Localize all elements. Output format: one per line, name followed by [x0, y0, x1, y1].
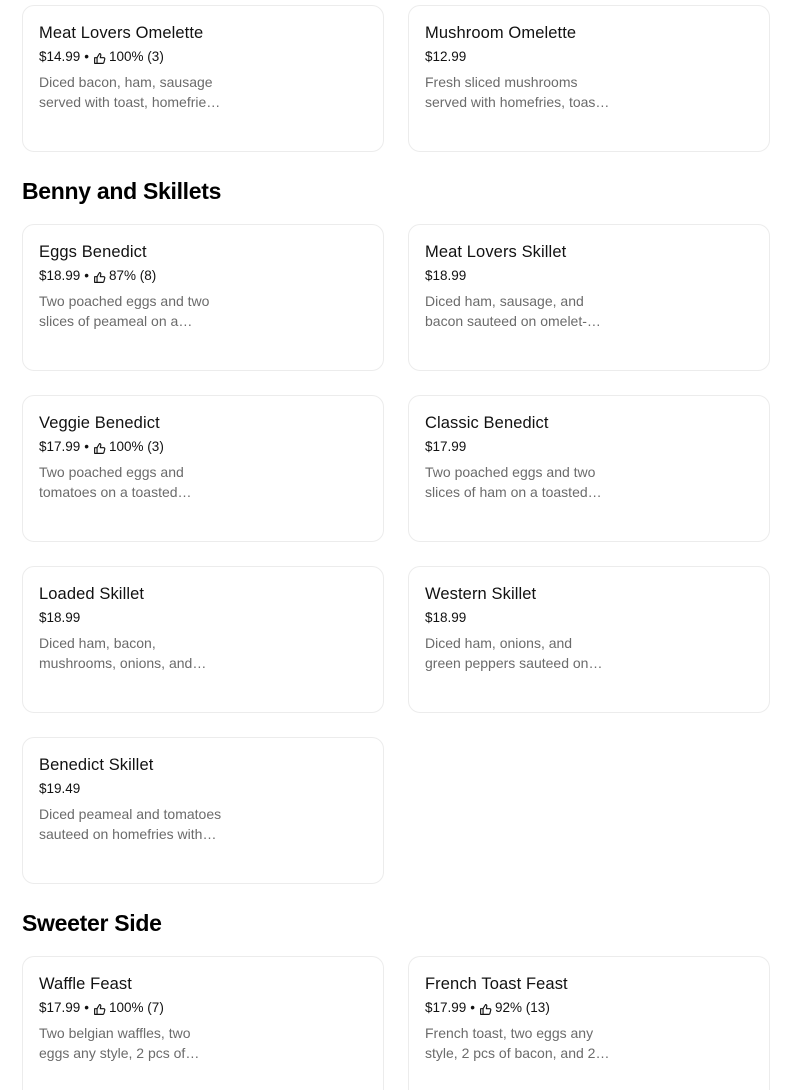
item-price: $14.99 [39, 49, 81, 64]
menu-item-card[interactable]: French Toast Feast $17.99 • 92% (13) Fre… [408, 956, 770, 1090]
item-description: Diced bacon, ham, sausage served with to… [39, 74, 218, 110]
separator-dot: • [84, 268, 90, 283]
separator-dot: • [84, 1000, 90, 1015]
item-name: Classic Benedict [425, 414, 549, 432]
item-meta: $18.99 • 87% (8) [39, 267, 367, 285]
item-description: Fresh sliced mushrooms served with homef… [425, 74, 604, 110]
thumbs-up-icon [93, 1003, 106, 1016]
item-description: Diced ham, bacon, mushrooms, onions, and… [39, 635, 193, 671]
separator-dot: • [84, 439, 90, 454]
item-meta: $18.99 [425, 267, 753, 285]
thumbs-up-icon [93, 52, 106, 65]
item-price: $18.99 [425, 268, 467, 283]
item-rating: 100% (3) [109, 439, 164, 454]
menu-item-card[interactable]: Eggs Benedict $18.99 • 87% (8) Two poach… [22, 224, 384, 371]
thumbs-up-icon [93, 271, 106, 284]
item-description: Two poached eggs and two slices of peame… [39, 293, 210, 329]
item-meta: $17.99 • 92% (13) [425, 999, 753, 1017]
item-name: Meat Lovers Skillet [425, 243, 567, 261]
separator-dot: • [470, 1000, 476, 1015]
item-price: $17.99 [39, 439, 81, 454]
item-rating: 87% (8) [109, 268, 157, 283]
item-meta: $17.99 • 100% (3) [39, 438, 367, 456]
item-meta: $18.99 [39, 609, 367, 627]
menu-item-card[interactable]: Classic Benedict $17.99 Two poached eggs… [408, 395, 770, 542]
item-price: $18.99 [39, 268, 81, 283]
item-rating: 100% (7) [109, 1000, 164, 1015]
item-meta: $14.99 • 100% (3) [39, 48, 367, 66]
item-name: Veggie Benedict [39, 414, 160, 432]
item-meta: $12.99 [425, 48, 753, 66]
menu-item-card[interactable]: Loaded Skillet $18.99 Diced ham, bacon, … [22, 566, 384, 713]
item-price: $18.99 [425, 610, 467, 625]
item-description: Diced ham, onions, and green peppers sau… [425, 635, 589, 671]
menu-item-card[interactable]: Meat Lovers Omelette $14.99 • 100% (3) D… [22, 5, 384, 152]
separator-dot: • [84, 49, 90, 64]
menu-item-card[interactable]: Meat Lovers Skillet $18.99 Diced ham, sa… [408, 224, 770, 371]
item-name: Western Skillet [425, 585, 537, 603]
item-description: Diced peameal and tomatoes sauteed on ho… [39, 806, 222, 842]
item-price: $19.49 [39, 781, 81, 796]
item-description: Diced ham, sausage, and bacon sauteed on… [425, 293, 587, 329]
item-meta: $19.49 [39, 780, 367, 798]
thumbs-up-icon [93, 442, 106, 455]
item-price: $17.99 [39, 1000, 81, 1015]
menu-item-card[interactable]: Waffle Feast $17.99 • 100% (7) Two belgi… [22, 956, 384, 1090]
item-name: Waffle Feast [39, 975, 132, 993]
item-name: Mushroom Omelette [425, 24, 577, 42]
item-name: Benedict Skillet [39, 756, 154, 774]
section-title: Benny and Skillets [22, 178, 222, 204]
item-name: Loaded Skillet [39, 585, 145, 603]
item-description: Two poached eggs and tomatoes on a toast… [39, 464, 184, 500]
item-description: French toast, two eggs any style, 2 pcs … [425, 1025, 596, 1061]
item-name: French Toast Feast [425, 975, 568, 993]
menu-item-card[interactable]: Benedict Skillet $19.49 Diced peameal an… [22, 737, 384, 884]
item-price: $18.99 [39, 610, 81, 625]
item-rating: 92% (13) [495, 1000, 550, 1015]
menu-item-card[interactable]: Mushroom Omelette $12.99 Fresh sliced mu… [408, 5, 770, 152]
item-price: $17.99 [425, 1000, 467, 1015]
item-price: $12.99 [425, 49, 467, 64]
item-meta: $18.99 [425, 609, 753, 627]
menu-item-card[interactable]: Veggie Benedict $17.99 • 100% (3) Two po… [22, 395, 384, 542]
item-name: Eggs Benedict [39, 243, 147, 261]
item-description: Two poached eggs and two slices of ham o… [425, 464, 596, 500]
item-description: Two belgian waffles, two eggs any style,… [39, 1025, 191, 1061]
section-title: Sweeter Side [22, 910, 162, 936]
item-name: Meat Lovers Omelette [39, 24, 204, 42]
item-price: $17.99 [425, 439, 467, 454]
thumbs-up-icon [479, 1003, 492, 1016]
item-meta: $17.99 [425, 438, 753, 456]
item-meta: $17.99 • 100% (7) [39, 999, 367, 1017]
menu-item-card[interactable]: Western Skillet $18.99 Diced ham, onions… [408, 566, 770, 713]
item-rating: 100% (3) [109, 49, 164, 64]
